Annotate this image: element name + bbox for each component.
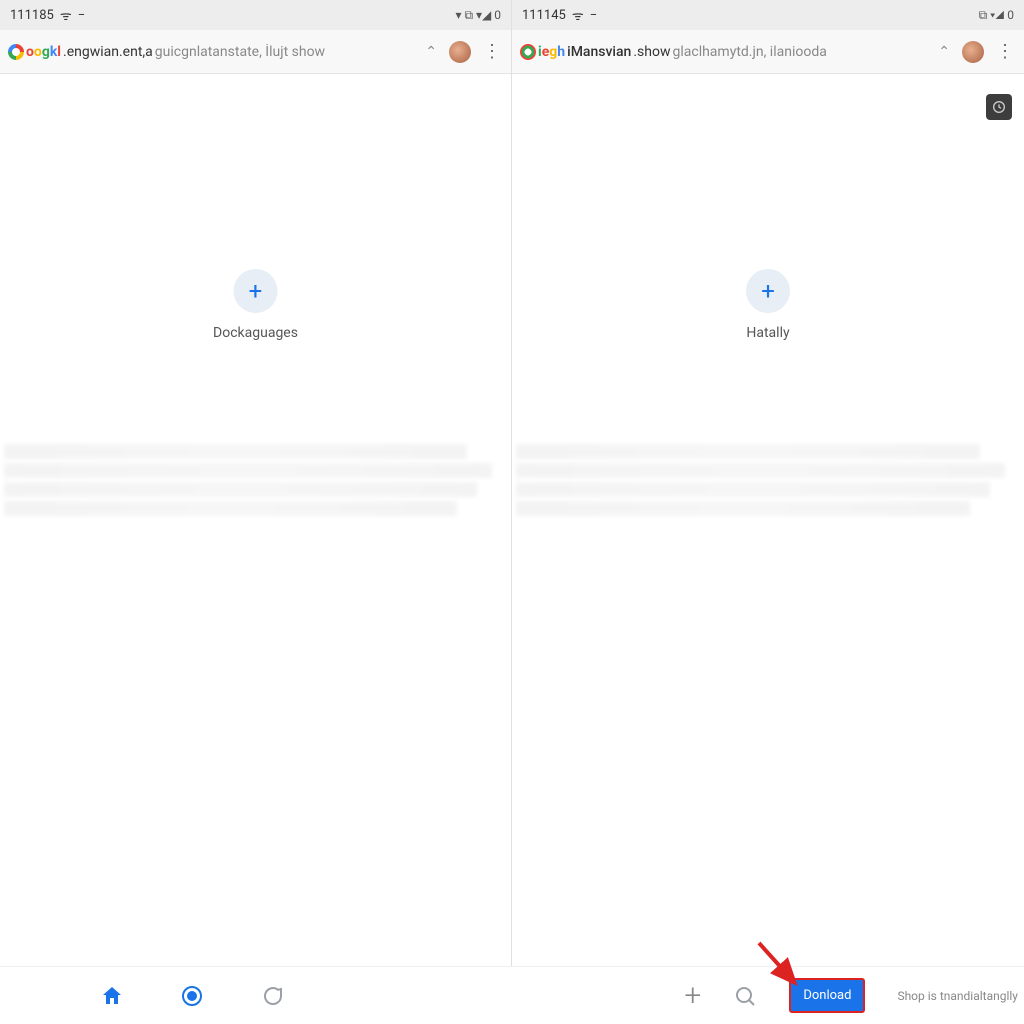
corner-badge-icon[interactable]	[986, 94, 1012, 120]
profile-avatar[interactable]	[449, 41, 471, 63]
chevron-up-icon[interactable]: ⌃	[421, 40, 441, 64]
blurred-line	[516, 444, 980, 459]
status-time: 111145 ᯤ −	[522, 6, 597, 24]
shortcut-label: Hatally	[746, 325, 789, 341]
home-icon[interactable]	[100, 984, 124, 1008]
screen-right: 111145 ᯤ − ⧉ ▾◢ 0 iegh iMansvian .show g…	[512, 0, 1024, 1024]
blurred-line	[516, 482, 990, 497]
target-circle-icon[interactable]	[180, 984, 204, 1008]
wifi-small-icon: ᯤ	[572, 6, 584, 24]
url-path: guicgnlatanstate, İlujt show	[155, 44, 325, 60]
signal-icons: ▾ ⧉ ▾◢ 0	[455, 8, 501, 23]
url-field[interactable]: iegh iMansvian .show glaclhamytd.jn, ila…	[520, 44, 926, 60]
signal-icons: ⧉ ▾◢ 0	[979, 8, 1014, 23]
plus-icon: +	[761, 279, 775, 303]
url-path: glaclhamytd.jn, ilaniooda	[672, 44, 826, 60]
nav-right-group: + Donload Shop is tnandialtanglly	[684, 978, 1024, 1013]
page-content: + Dockaguages	[0, 74, 511, 1024]
url-host-colored: oogkl	[26, 44, 61, 60]
url-host: .engwian.ent,a	[63, 44, 153, 60]
blurred-line	[4, 501, 457, 516]
status-indicators: ⧉ ▾◢ 0	[979, 8, 1014, 23]
status-bar: 111145 ᯤ − ⧉ ▾◢ 0	[512, 0, 1024, 30]
bottom-nav: + Donload Shop is tnandialtanglly	[0, 966, 1024, 1024]
profile-avatar[interactable]	[962, 41, 984, 63]
blurred-text-block	[4, 444, 507, 520]
download-button[interactable]: Donload	[789, 978, 865, 1013]
site-favicon-icon	[8, 44, 24, 60]
wifi-small-icon: ᯤ	[60, 6, 72, 24]
shortcut-label: Dockaguages	[213, 325, 298, 341]
blurred-line	[4, 463, 492, 478]
blurred-line	[4, 444, 467, 459]
blurred-text-block	[516, 444, 1020, 520]
shortcut-add-circle[interactable]: +	[746, 269, 790, 313]
download-button-label: Donload	[803, 988, 851, 1003]
dash-icon: −	[590, 8, 597, 23]
footer-caption: Shop is tnandialtanglly	[897, 989, 1018, 1003]
url-field[interactable]: oogkl .engwian.ent,a guicgnlatanstate, İ…	[8, 44, 413, 60]
search-icon[interactable]	[733, 984, 757, 1008]
kebab-menu-icon[interactable]: ⋮	[479, 41, 503, 62]
address-bar: iegh iMansvian .show glaclhamytd.jn, ila…	[512, 30, 1024, 74]
screen-left: 111185 ᯤ − ▾ ⧉ ▾◢ 0 oogkl .engwian.ent,a…	[0, 0, 512, 1024]
address-bar: oogkl .engwian.ent,a guicgnlatanstate, İ…	[0, 30, 511, 74]
status-indicators: ▾ ⧉ ▾◢ 0	[455, 8, 501, 23]
blurred-line	[516, 463, 1005, 478]
new-tab-plus-icon[interactable]: +	[684, 978, 701, 1013]
chevron-up-icon[interactable]: ⌃	[934, 40, 954, 64]
blurred-line	[4, 482, 477, 497]
kebab-menu-icon[interactable]: ⋮	[992, 41, 1016, 62]
page-content: + Hatally	[512, 74, 1024, 1024]
url-host-mid: iMansvian	[567, 44, 631, 60]
shortcut-tile[interactable]: + Dockaguages	[213, 269, 298, 341]
shortcut-add-circle[interactable]: +	[233, 269, 277, 313]
site-favicon-icon	[520, 44, 536, 60]
nav-left-group	[0, 984, 284, 1008]
url-host-colored: iegh	[538, 44, 565, 60]
clock: 111185	[10, 8, 54, 23]
shortcut-tile[interactable]: + Hatally	[746, 269, 790, 341]
plus-icon: +	[249, 279, 263, 303]
dash-icon: −	[78, 8, 85, 23]
blurred-line	[516, 501, 970, 516]
chat-icon[interactable]	[260, 984, 284, 1008]
status-bar: 111185 ᯤ − ▾ ⧉ ▾◢ 0	[0, 0, 511, 30]
url-host-suffix: .show	[633, 44, 670, 60]
clock: 111145	[522, 8, 566, 23]
status-time: 111185 ᯤ −	[10, 6, 85, 24]
